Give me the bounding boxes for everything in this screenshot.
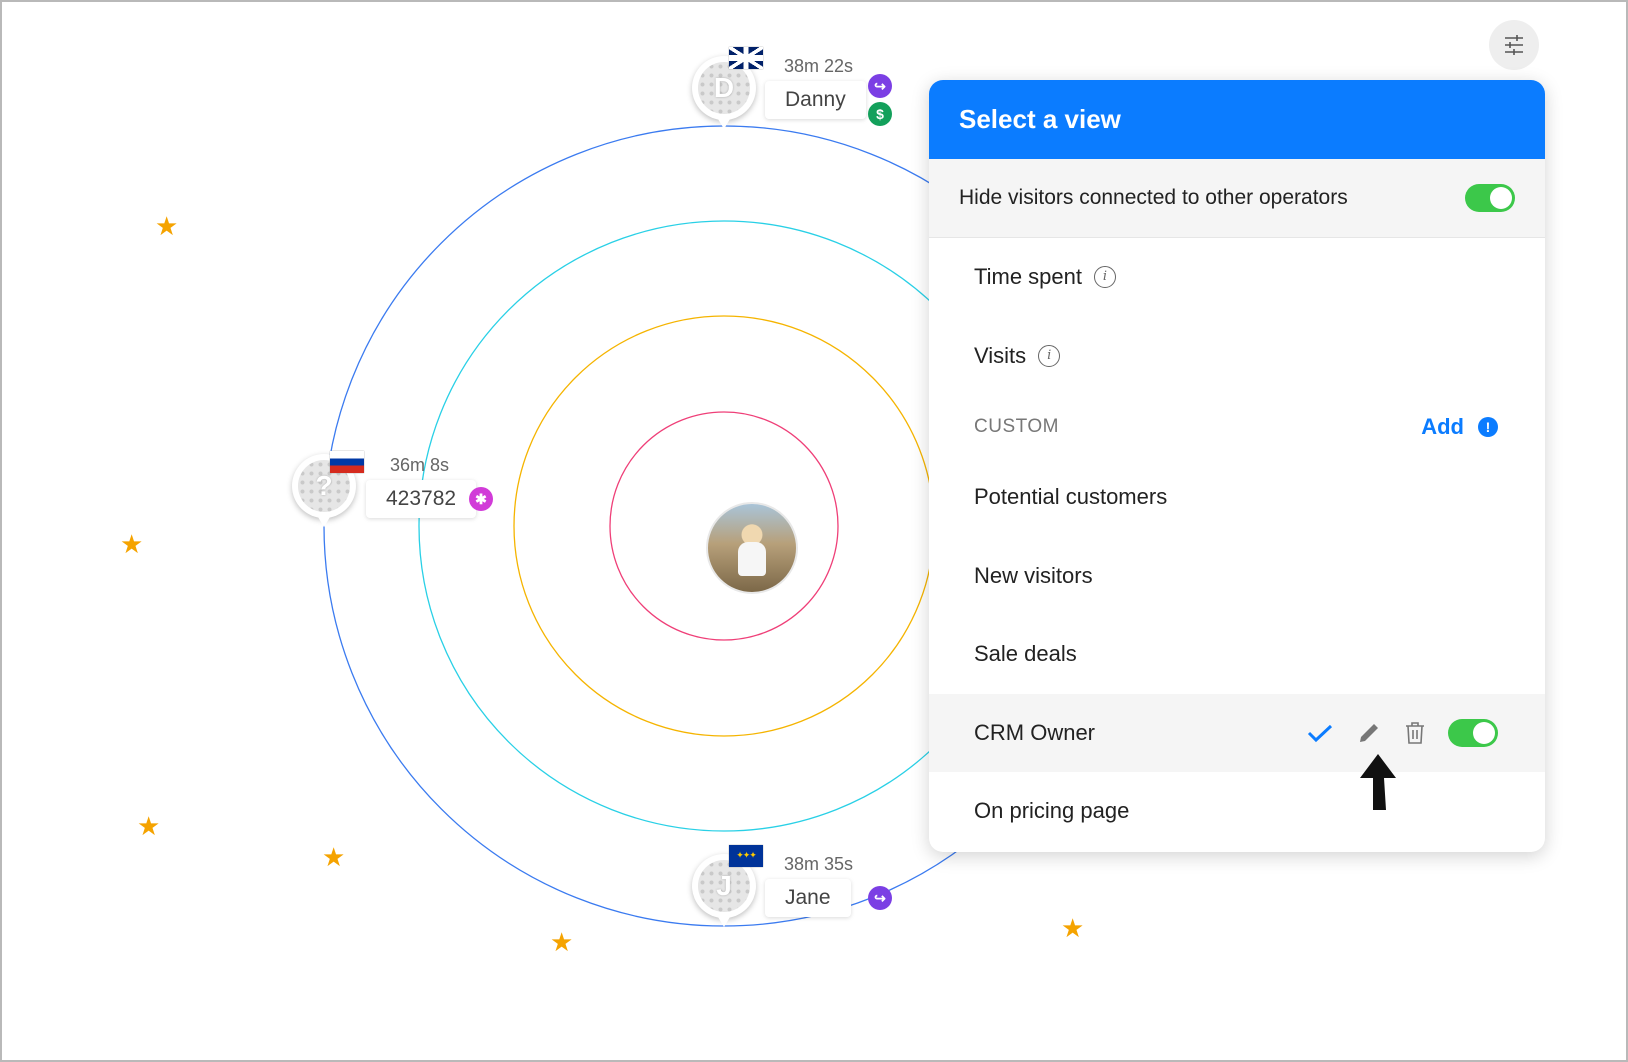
trash-icon[interactable] [1404, 721, 1426, 745]
view-item-label: Visits [974, 343, 1027, 368]
star-icon: ★ [155, 212, 179, 242]
asterisk-icon: ✱ [469, 487, 493, 511]
select-view-panel: Select a view Hide visitors connected to… [929, 80, 1545, 852]
eu-flag-icon: ✦✦✦ [729, 845, 763, 867]
view-item-label: Sale deals [974, 641, 1077, 666]
view-item-label: On pricing page [974, 798, 1130, 823]
view-item-time-spent[interactable]: Time spent i [929, 238, 1545, 316]
filter-settings-button[interactable] [1489, 20, 1539, 70]
view-item-visits[interactable]: Visits i [929, 317, 1545, 395]
custom-section-header: CUSTOM Add ! [929, 388, 1545, 466]
view-item-label: CRM Owner [974, 720, 1096, 745]
visitor-name[interactable]: Danny [765, 81, 866, 119]
visitor-time: 38m 35s [784, 854, 854, 874]
star-icon: ★ [322, 843, 346, 873]
russia-flag-icon [330, 451, 364, 473]
hide-visitors-toggle[interactable] [1465, 184, 1515, 212]
view-item-label: New visitors [974, 563, 1093, 588]
visitor-initial: D [713, 72, 735, 103]
visitor-name[interactable]: 423782 [366, 480, 477, 518]
visitor-time: 36m 8s [390, 455, 450, 475]
view-item-label: Time spent [974, 264, 1083, 289]
add-custom-view-link[interactable]: Add [1421, 414, 1464, 440]
arrow-pointer-icon [1360, 754, 1396, 810]
view-item-new-visitors[interactable]: New visitors [929, 537, 1545, 615]
sliders-icon [1505, 35, 1523, 55]
visitor-time: 38m 22s [784, 56, 854, 76]
visitor-name[interactable]: Jane [765, 879, 851, 917]
view-item-label: Potential customers [974, 484, 1168, 509]
info-icon[interactable]: i [1094, 266, 1117, 288]
add-info-icon[interactable]: ! [1478, 417, 1498, 437]
visitor-orbit-view: ★ ★ ★ ★ ★ ★ D 38m 22s Danny ↪ $ ? 36m 8s… [0, 0, 1628, 1062]
custom-section-label: CUSTOM [974, 416, 1059, 437]
info-icon[interactable]: i [1038, 345, 1061, 367]
operator-avatar[interactable] [706, 502, 798, 594]
view-item-potential-customers[interactable]: Potential customers [929, 458, 1545, 536]
star-icon: ★ [120, 530, 144, 560]
uk-flag-icon [729, 47, 763, 69]
panel-title: Select a view [929, 80, 1545, 159]
visitor-initial: ? [315, 470, 333, 501]
star-icon: ★ [1061, 914, 1085, 944]
star-icon: ★ [550, 928, 574, 958]
hide-visitors-row: Hide visitors connected to other operato… [929, 159, 1545, 238]
view-item-on-pricing-page[interactable]: On pricing page [929, 772, 1545, 850]
hide-visitors-label: Hide visitors connected to other operato… [959, 186, 1348, 209]
redirect-icon: ↪ [868, 74, 892, 98]
star-icon: ★ [137, 812, 161, 842]
edit-pencil-icon[interactable] [1356, 720, 1382, 746]
visitor-initial: J [716, 870, 732, 901]
checkmark-icon [1306, 722, 1334, 744]
redirect-icon: ↪ [868, 886, 892, 910]
view-item-sale-deals[interactable]: Sale deals [929, 615, 1545, 693]
dollar-icon: $ [868, 102, 892, 126]
view-item-crm-owner[interactable]: CRM Owner [929, 694, 1545, 772]
crm-owner-toggle[interactable] [1448, 719, 1498, 747]
